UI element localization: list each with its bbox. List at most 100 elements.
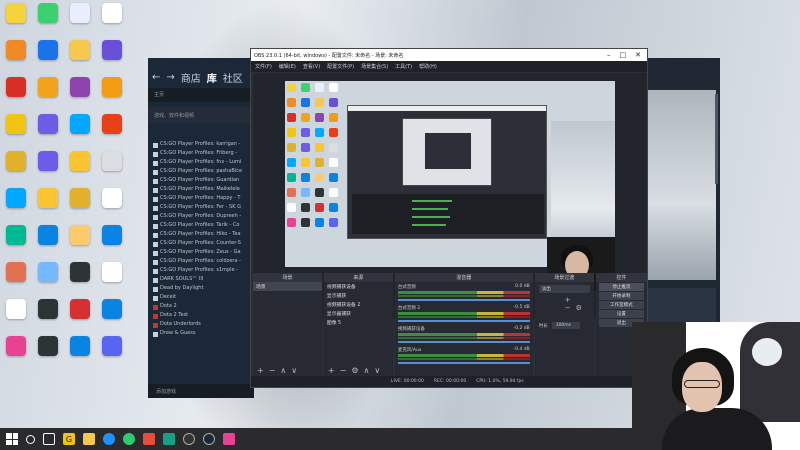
game-list-item[interactable]: CS:GO Player Profiles: Zeus - Ga xyxy=(148,249,254,258)
desktop-icon[interactable] xyxy=(32,259,64,296)
desktop-icon[interactable] xyxy=(0,296,32,333)
netease-icon[interactable] xyxy=(143,433,155,445)
desktop-icon[interactable] xyxy=(0,148,32,185)
desktop-icon[interactable] xyxy=(64,185,96,222)
game-list-item[interactable]: Draw & Guess xyxy=(148,330,254,339)
edge-icon[interactable] xyxy=(103,433,115,445)
transition-select[interactable]: 淡出 xyxy=(538,285,590,293)
app-icon[interactable] xyxy=(163,433,175,445)
desktop-icon[interactable] xyxy=(64,0,96,37)
desktop-icon[interactable] xyxy=(0,185,32,222)
desktop-icon[interactable] xyxy=(64,259,96,296)
game-list-item[interactable]: CS:GO Player Profiles: s1mple - xyxy=(148,267,254,276)
desktop-icon[interactable] xyxy=(0,74,32,111)
desktop-icon[interactable] xyxy=(32,37,64,74)
desktop-icon[interactable] xyxy=(32,111,64,148)
desktop-icon[interactable] xyxy=(32,0,64,37)
forward-arrow-icon[interactable]: → xyxy=(166,72,174,83)
desktop-icon[interactable] xyxy=(0,37,32,74)
volume-slider[interactable] xyxy=(397,320,530,322)
desktop-icon[interactable] xyxy=(32,222,64,259)
steam-nav-library[interactable]: 库 xyxy=(207,70,217,85)
desktop-icon[interactable] xyxy=(64,111,96,148)
control-button[interactable]: 设置 xyxy=(598,310,644,318)
game-list-item[interactable]: CS:GO Player Profiles: Hiko - Tea xyxy=(148,231,254,240)
desktop-icon[interactable] xyxy=(64,222,96,259)
game-list-item[interactable]: Dota 2 Test xyxy=(148,312,254,321)
game-list-item[interactable]: CS:GO Player Profiles: Happy - T xyxy=(148,195,254,204)
control-button[interactable]: 工作室模式 xyxy=(598,301,644,309)
game-list-item[interactable]: CS:GO Player Profiles: Counter-S xyxy=(148,240,254,249)
scrollbar[interactable] xyxy=(715,94,718,184)
source-tools[interactable]: +−⚙∧∨ xyxy=(328,366,385,375)
desktop-icon[interactable] xyxy=(96,0,128,37)
game-list-item[interactable]: CS:GO Player Profiles: pashaBice xyxy=(148,168,254,177)
volume-slider[interactable] xyxy=(397,299,530,301)
app-g-icon[interactable]: G xyxy=(63,433,75,445)
desktop-icon[interactable] xyxy=(64,296,96,333)
maximize-icon[interactable]: □ xyxy=(620,51,627,59)
folder-icon[interactable] xyxy=(83,433,95,445)
desktop-icon[interactable] xyxy=(64,148,96,185)
control-button[interactable]: 停止推流 xyxy=(598,283,644,291)
minimize-icon[interactable]: – xyxy=(607,51,611,59)
source-item[interactable]: 视频捕获设备 2 xyxy=(324,300,393,309)
game-list-item[interactable]: Dead by Daylight xyxy=(148,285,254,294)
steam-home[interactable]: 主页 xyxy=(148,88,254,102)
game-list-item[interactable]: CS:GO Player Profiles: coldzera - xyxy=(148,258,254,267)
game-list-item[interactable]: CS:GO Player Profiles: Friberg - xyxy=(148,150,254,159)
game-list-item[interactable]: DARK SOULS™ III xyxy=(148,276,254,285)
menu-item[interactable]: 查看(V) xyxy=(303,63,320,70)
app2-icon[interactable] xyxy=(223,433,235,445)
game-list-item[interactable]: CS:GO Player Profiles: Fer - SK G xyxy=(148,204,254,213)
steam-nav-store[interactable]: 商店 xyxy=(181,70,201,85)
source-item[interactable]: 视频捕获设备 xyxy=(324,282,393,291)
game-list-item[interactable]: CS:GO Player Profiles: Maikelele xyxy=(148,186,254,195)
desktop-icon[interactable] xyxy=(0,111,32,148)
close-icon[interactable]: ✕ xyxy=(635,51,641,59)
desktop-icon[interactable] xyxy=(32,148,64,185)
task-view-icon[interactable] xyxy=(43,433,55,445)
game-list-item[interactable]: CS:GO Player Profiles: fnx - Lumi xyxy=(148,159,254,168)
obs-icon[interactable] xyxy=(183,433,195,445)
steam-add-game[interactable]: 添加游戏 xyxy=(148,384,254,398)
game-list-item[interactable]: Dota 2 xyxy=(148,303,254,312)
game-list-item[interactable]: CS:GO Player Profiles: karrigan - xyxy=(148,141,254,150)
back-arrow-icon[interactable]: ← xyxy=(152,72,160,83)
game-list-item[interactable]: Deceit xyxy=(148,294,254,303)
menu-item[interactable]: 帮助(H) xyxy=(419,63,437,70)
transition-tools[interactable]: +−⚙ xyxy=(535,296,594,312)
scene-item[interactable]: 场景 xyxy=(253,282,322,291)
game-list-item[interactable]: CS:GO Player Profiles: Dupreeh - xyxy=(148,213,254,222)
desktop-icon[interactable] xyxy=(96,111,128,148)
steam-filter[interactable]: 游戏、软件和视频 xyxy=(148,107,254,123)
chrome-icon[interactable] xyxy=(123,433,135,445)
desktop-icon[interactable] xyxy=(96,259,128,296)
desktop-icon[interactable] xyxy=(96,148,128,185)
steam-nav-community[interactable]: 社区 xyxy=(223,70,243,85)
desktop-icon[interactable] xyxy=(64,37,96,74)
desktop-icon[interactable] xyxy=(32,296,64,333)
desktop-icon[interactable] xyxy=(32,185,64,222)
desktop-icon[interactable] xyxy=(96,74,128,111)
game-list-item[interactable]: Dota Underlords xyxy=(148,321,254,330)
desktop-icon[interactable] xyxy=(64,74,96,111)
desktop-icon[interactable] xyxy=(96,296,128,333)
scene-tools[interactable]: +−∧∨ xyxy=(257,366,302,375)
desktop-icon[interactable] xyxy=(0,0,32,37)
desktop-icon[interactable] xyxy=(96,37,128,74)
menu-item[interactable]: 工具(T) xyxy=(395,63,412,70)
search-icon[interactable] xyxy=(26,434,35,444)
desktop-icon[interactable] xyxy=(0,222,32,259)
desktop-icon[interactable] xyxy=(32,74,64,111)
source-item[interactable]: 显示器捕获 xyxy=(324,309,393,318)
desktop-icon[interactable] xyxy=(0,259,32,296)
menu-item[interactable]: 文件(F) xyxy=(255,63,272,70)
desktop-icon[interactable] xyxy=(32,333,64,370)
menu-item[interactable]: 编辑(E) xyxy=(279,63,296,70)
desktop-icon[interactable] xyxy=(64,333,96,370)
duration-input[interactable]: 300ms xyxy=(551,322,580,329)
desktop-icon[interactable] xyxy=(96,222,128,259)
desktop-icon[interactable] xyxy=(96,333,128,370)
source-item[interactable]: 显示捕获 xyxy=(324,291,393,300)
